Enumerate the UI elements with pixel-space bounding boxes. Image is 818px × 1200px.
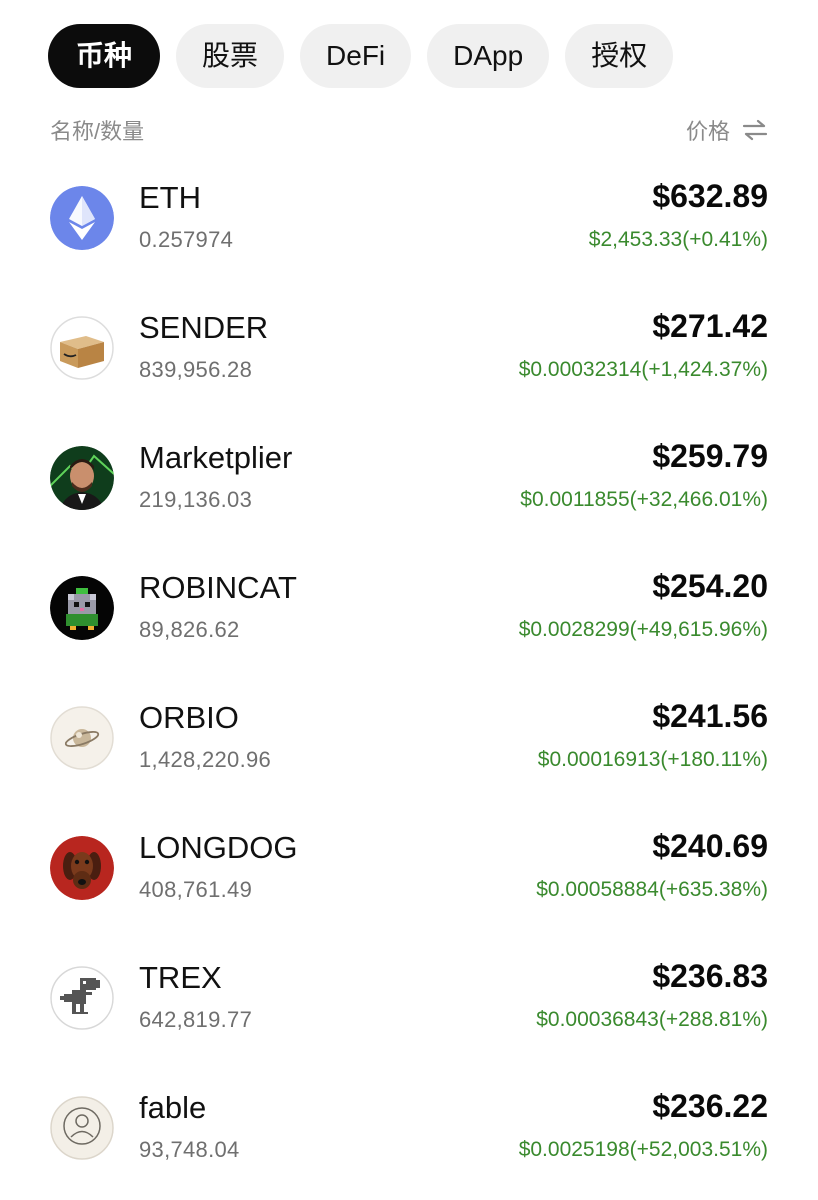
token-name: ROBINCAT [139, 570, 297, 605]
price-sort-toggle[interactable]: 价格 [686, 114, 768, 146]
token-amount: 93,748.04 [139, 1137, 240, 1162]
token-amount: 0.257974 [139, 227, 234, 252]
token-list: ETH 0.257974 $632.89 $2,453.33(+0.41%) S… [0, 160, 818, 1200]
tab-tokens[interactable]: 币种 [48, 24, 161, 88]
token-price-change: $0.0011855(+32,466.01%) [520, 488, 768, 511]
tab-approvals[interactable]: 授权 [565, 24, 674, 88]
price-column-label: 价格 [685, 119, 730, 144]
fable-logo-icon [50, 1096, 114, 1160]
token-value: $236.83 [652, 958, 768, 994]
token-row-robincat[interactable]: ROBINCAT 89,826.62 $254.20 $0.0028299(+4… [0, 550, 818, 680]
token-value: $632.89 [652, 178, 768, 214]
token-value: $240.69 [652, 828, 768, 864]
swap-arrows-icon [742, 119, 768, 141]
token-price-change: $0.00016913(+180.11%) [537, 748, 768, 771]
tab-dapp[interactable]: DApp [427, 24, 550, 88]
token-name: TREX [139, 960, 222, 995]
pixel-cat-icon [50, 576, 114, 640]
token-row-trex[interactable]: TREX 642,819.77 $236.83 $0.00036843(+288… [0, 940, 818, 1070]
token-amount: 839,956.28 [139, 357, 253, 382]
token-row-orbio[interactable]: ORBIO 1,428,220.96 $241.56 $0.00016913(+… [0, 680, 818, 810]
token-amount: 1,428,220.96 [139, 747, 272, 772]
token-name: ETH [139, 180, 201, 215]
name-amount-column-label: 名称/数量 [50, 119, 145, 144]
token-price-change: $0.00032314(+1,424.37%) [518, 358, 768, 381]
token-row-sender[interactable]: SENDER 839,956.28 $271.42 $0.00032314(+1… [0, 290, 818, 420]
token-row-fable[interactable]: fable 93,748.04 $236.22 $0.0025198(+52,0… [0, 1070, 818, 1200]
planet-icon [50, 706, 114, 770]
token-amount: 642,819.77 [139, 1007, 253, 1032]
dinosaur-icon [50, 966, 114, 1030]
wallet-token-list-page: 币种 股票 DeFi DApp 授权 名称/数量 价格 ETH 0.257974… [0, 0, 818, 1200]
token-value: $236.22 [652, 1088, 768, 1124]
token-price-change: $0.0025198(+52,003.51%) [518, 1138, 768, 1161]
list-header: 名称/数量 价格 [50, 112, 768, 148]
token-name: fable [139, 1090, 207, 1125]
token-name: Marketplier [139, 440, 293, 475]
token-price-change: $0.0028299(+49,615.96%) [518, 618, 768, 641]
person-avatar-icon [50, 446, 114, 510]
token-value: $271.42 [652, 308, 768, 344]
token-price-change: $0.00036843(+288.81%) [536, 1008, 768, 1031]
box-icon [50, 316, 114, 380]
token-value: $259.79 [652, 438, 768, 474]
token-amount: 408,761.49 [139, 877, 253, 902]
token-value: $254.20 [652, 568, 768, 604]
ethereum-icon [50, 186, 114, 250]
token-row-marketplier[interactable]: Marketplier 219,136.03 $259.79 $0.001185… [0, 420, 818, 550]
token-amount: 89,826.62 [139, 617, 240, 642]
tab-stocks[interactable]: 股票 [176, 24, 285, 88]
token-name: SENDER [139, 310, 269, 345]
token-row-eth[interactable]: ETH 0.257974 $632.89 $2,453.33(+0.41%) [0, 160, 818, 290]
asset-category-tabs: 币种 股票 DeFi DApp 授权 [48, 24, 674, 88]
dog-icon [50, 836, 114, 900]
token-row-longdog[interactable]: LONGDOG 408,761.49 $240.69 $0.00058884(+… [0, 810, 818, 940]
token-name: ORBIO [139, 700, 239, 735]
token-price-change: $0.00058884(+635.38%) [536, 878, 768, 901]
token-name: LONGDOG [139, 830, 298, 865]
token-price-change: $2,453.33(+0.41%) [588, 228, 768, 251]
token-value: $241.56 [652, 698, 768, 734]
tab-defi[interactable]: DeFi [300, 24, 412, 88]
token-amount: 219,136.03 [139, 487, 253, 512]
